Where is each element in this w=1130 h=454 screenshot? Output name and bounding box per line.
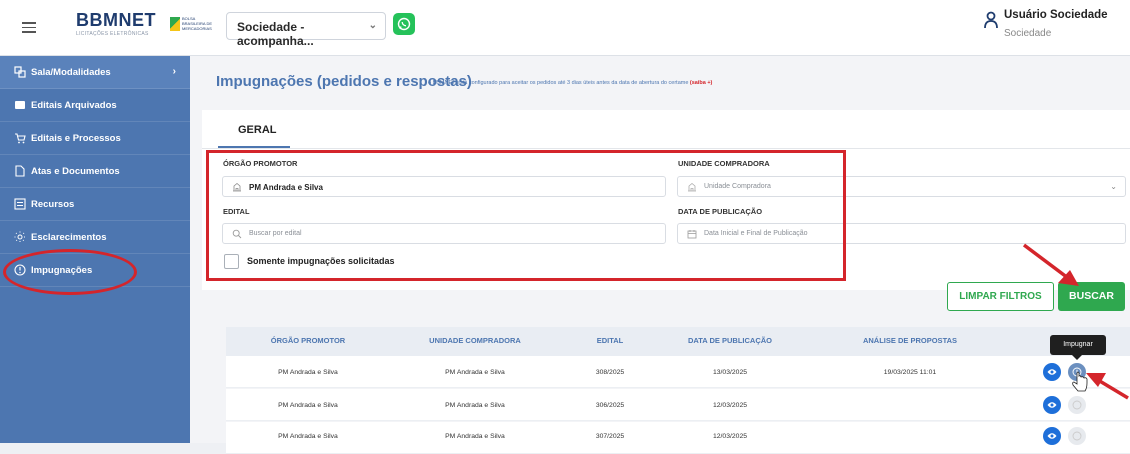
view-button[interactable] [1043,427,1061,445]
sidebar-item-atas-documentos[interactable]: Atas e Documentos [0,155,190,188]
view-button[interactable] [1043,396,1061,414]
cell-orgao: PM Andrada e Silva [278,433,338,440]
sidebar-item-label: Sala/Modalidades [31,67,111,78]
cell-data: 12/03/2025 [712,433,748,440]
top-bar: BBMNET LICITAÇÕES ELETRÔNICAS BOLSA BRAS… [0,0,1130,56]
impugnar-tooltip: Impugnar [1050,335,1106,355]
sidebar-item-editais-processos[interactable]: Editais e Processos [0,122,190,155]
page-note: o BBMNET está configurado para aceitar o… [428,80,712,86]
chevron-down-icon: ⌄ [1110,182,1117,191]
user-name: Usuário Sociedade [1004,9,1108,21]
chevron-down-icon: ⌄ [368,20,377,31]
cell-unidade: PM Andrada e Silva [445,402,505,409]
table-row [226,356,1130,388]
clear-filters-button[interactable]: LIMPAR FILTROS [947,282,1054,311]
search-button[interactable]: BUSCAR [1058,282,1125,311]
whatsapp-icon [397,17,411,31]
impugnar-button[interactable] [1068,427,1086,445]
whatsapp-button[interactable] [393,13,415,35]
cell-unidade: PM Andrada e Silva [445,433,505,440]
bbm-logo-icon [170,17,180,31]
cell-data: 12/03/2025 [712,402,748,409]
cell-data: 13/03/2025 [712,369,748,376]
annotation-oval [3,249,137,295]
document-icon [15,165,25,177]
sidebar-item-recursos[interactable]: Recursos [0,188,190,221]
tooltip-arrow [1072,355,1082,360]
cell-edital: 307/2025 [595,433,625,440]
sidebar-item-label: Atas e Documentos [31,166,120,177]
view-button[interactable] [1043,363,1061,381]
chevron-right-icon: › [172,66,176,77]
sidebar-item-label: Editais Arquivados [31,100,117,111]
partner-logo-text: BOLSA BRASILEIRA DE MERCADORIAS [182,16,213,31]
rooms-icon [14,66,26,78]
sidebar-item-editais-arquivados[interactable]: Editais Arquivados [0,89,190,122]
sidebar-item-label: Editais e Processos [31,133,121,144]
sun-icon [14,231,26,243]
menu-icon[interactable] [22,22,36,33]
info-circle-icon [1072,431,1082,441]
sidebar-item-label: Recursos [31,199,75,210]
table-row [226,389,1130,421]
table-row [226,422,1130,454]
col-orgao: ÓRGÃO PROMOTOR [270,336,346,345]
tab-geral[interactable]: GERAL [238,124,277,136]
col-unidade: UNIDADE COMPRADORA [429,336,521,345]
sidebar-item-esclarecimentos[interactable]: Esclarecimentos [0,221,190,254]
sidebar: Sala/Modalidades › Editais Arquivados Ed… [0,56,190,443]
sidebar-item-sala-modalidades[interactable]: Sala/Modalidades › [0,56,190,89]
info-circle-icon [1072,367,1082,377]
saiba-mais-link[interactable]: (saiba +) [690,80,712,86]
company-select-value: Sociedade - acompanha... [237,20,314,48]
col-edital: EDITAL [596,336,624,345]
logo-subtitle: LICITAÇÕES ELETRÔNICAS [76,31,149,37]
company-select[interactable]: Sociedade - acompanha... ⌄ [226,12,386,48]
sidebar-item-label: Esclarecimentos [31,232,107,243]
cell-orgao: PM Andrada e Silva [278,369,338,376]
user-icon[interactable] [984,10,998,30]
cell-orgao: PM Andrada e Silva [278,402,338,409]
cell-analise: 19/03/2025 11:01 [883,369,937,376]
logo: BBMNET [76,10,156,30]
impugnar-button[interactable] [1068,363,1086,381]
archive-icon [15,101,25,109]
eye-icon [1047,369,1057,375]
page-note-text: o BBMNET está configurado para aceitar o… [428,80,689,86]
col-analise: ANÁLISE DE PROPOSTAS [862,336,958,345]
eye-icon [1047,433,1057,439]
cell-edital: 308/2025 [595,369,625,376]
divider [202,148,1130,149]
info-circle-icon [1072,400,1082,410]
annotation-box [206,150,846,281]
list-icon [14,198,26,210]
cell-unidade: PM Andrada e Silva [445,369,505,376]
user-role: Sociedade [1004,28,1052,39]
cart-icon [15,133,26,144]
impugnar-button[interactable] [1068,396,1086,414]
cell-edital: 306/2025 [595,402,625,409]
table-header [226,327,1130,356]
eye-icon [1047,402,1057,408]
col-data: DATA DE PUBLICAÇÃO [687,336,773,345]
